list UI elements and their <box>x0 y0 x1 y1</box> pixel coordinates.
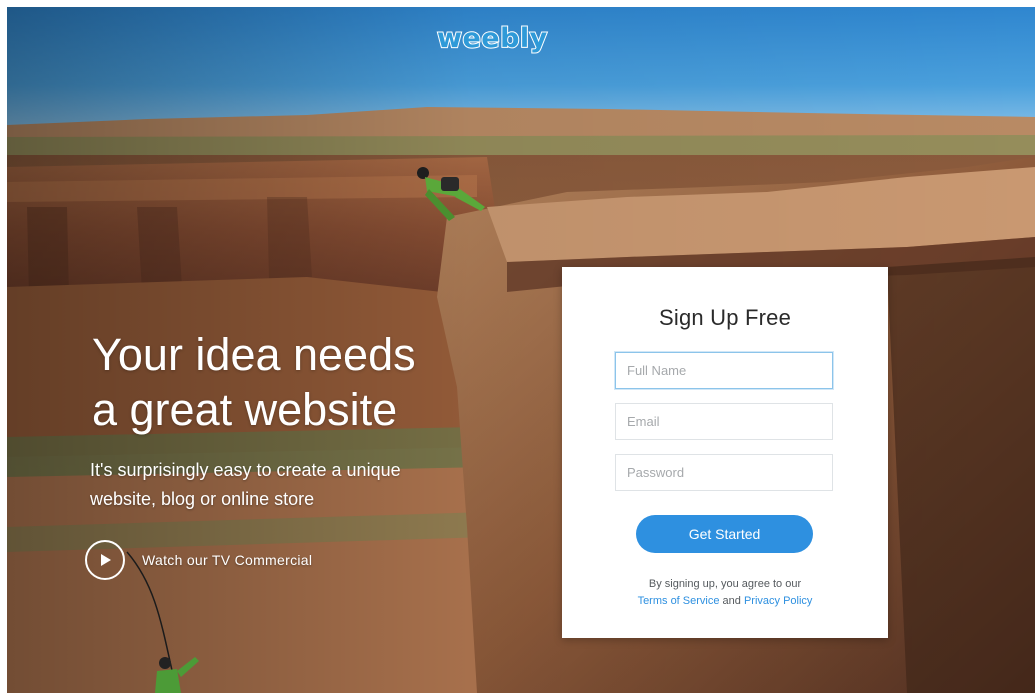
privacy-policy-link[interactable]: Privacy Policy <box>744 595 812 607</box>
page: weebly weebly Your idea needs a great we… <box>7 7 1035 693</box>
get-started-button[interactable]: Get Started <box>636 515 813 553</box>
hero-headline: Your idea needs a great website <box>92 327 512 437</box>
watch-commercial-label[interactable]: Watch our TV Commercial <box>142 552 312 568</box>
hero-headline-line-1: Your idea needs <box>92 329 416 380</box>
signup-legal-text: By signing up, you agree to our Terms of… <box>562 576 888 610</box>
legal-and: and <box>722 595 741 607</box>
legal-links: Terms of Service and Privacy Policy <box>562 593 888 610</box>
hero-subheadline: It's surprisingly easy to create a uniqu… <box>90 456 490 514</box>
play-icon[interactable] <box>85 540 125 580</box>
full-name-input[interactable] <box>615 352 833 389</box>
hero-subheadline-line-1: It's surprisingly easy to create a uniqu… <box>90 460 401 480</box>
weebly-logo[interactable]: weebly <box>437 21 547 57</box>
hero-headline-line-2: a great website <box>92 384 398 435</box>
signup-title: Sign Up Free <box>658 305 791 330</box>
email-input[interactable] <box>615 403 833 440</box>
hero-subheadline-line-2: website, blog or online store <box>90 489 315 509</box>
signup-card: Sign Up Free Get Started By signing up, … <box>562 267 888 638</box>
legal-prefix: By signing up, you agree to our <box>648 578 802 590</box>
watch-commercial-link[interactable]: Watch our TV Commercial <box>85 538 312 582</box>
password-input[interactable] <box>615 454 833 491</box>
terms-of-service-link[interactable]: Terms of Service <box>638 595 720 607</box>
